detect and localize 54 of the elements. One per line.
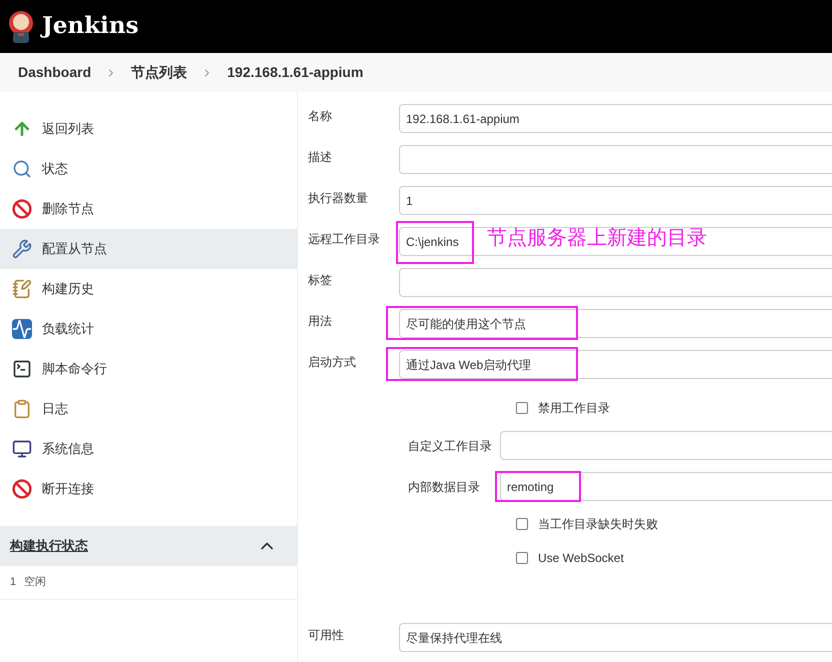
app-title[interactable]: Jenkins	[42, 9, 139, 44]
checkbox-label: 当工作目录缺失时失败	[538, 516, 658, 533]
executor-status: 空闲	[24, 574, 46, 590]
computer-icon	[12, 439, 32, 459]
input-field[interactable]: remoting	[500, 472, 832, 501]
field-label: 用法	[308, 313, 333, 330]
sidebar-item[interactable]: 删除节点	[0, 189, 297, 229]
butler-logo-icon	[8, 10, 34, 44]
clipboard-icon	[12, 399, 32, 419]
input-field[interactable]: 尽量保持代理在线	[399, 623, 832, 652]
field-label: 名称	[308, 108, 333, 125]
field-label: 远程工作目录	[308, 231, 381, 248]
input-field[interactable]	[399, 268, 832, 297]
sidebar-item[interactable]: 日志	[0, 389, 297, 429]
field-label: 描述	[308, 149, 333, 166]
field-label: 标签	[308, 272, 333, 289]
field-label: 执行器数量	[308, 190, 369, 207]
checkbox[interactable]	[516, 402, 528, 414]
input-field[interactable]: 尽可能的使用这个节点	[399, 309, 832, 338]
sidebar-item[interactable]: 系统信息	[0, 429, 297, 469]
wrench-icon	[12, 239, 32, 259]
checkbox[interactable]	[516, 518, 528, 530]
input-field[interactable]: 1	[399, 186, 832, 215]
field-label: 内部数据目录	[408, 478, 481, 496]
input-field[interactable]: 192.168.1.61-appium	[399, 104, 832, 133]
checkbox[interactable]	[516, 552, 528, 564]
panel-title[interactable]: 构建执行状态	[10, 536, 88, 556]
field-label: 自定义工作目录	[408, 438, 493, 454]
checkbox-label: Use WebSocket	[538, 550, 624, 567]
checkbox-label: 禁用工作目录	[538, 400, 610, 417]
input-field[interactable]	[399, 145, 832, 174]
sidebar-item[interactable]: 返回列表	[0, 109, 297, 149]
sidebar-item[interactable]: 负载统计	[0, 309, 297, 349]
breadcrumb-link[interactable]: 节点列表	[131, 62, 188, 83]
sidebar-item[interactable]: 脚本命令行	[0, 349, 297, 389]
no-entry-icon	[12, 199, 32, 219]
field-label: 启动方式	[308, 354, 357, 371]
executor-number: 1	[10, 575, 16, 590]
sidebar-item[interactable]: 断开连接	[0, 469, 297, 509]
terminal-icon	[12, 359, 32, 379]
breadcrumb-link[interactable]: Dashboard	[18, 62, 92, 83]
sidebar-item[interactable]: 状态	[0, 149, 297, 189]
input-field[interactable]: 通过Java Web启动代理	[399, 350, 832, 379]
search-icon	[12, 159, 32, 179]
breadcrumb-link[interactable]: 192.168.1.61-appium	[227, 62, 364, 83]
input-field[interactable]	[500, 431, 832, 460]
no-entry-icon	[12, 479, 32, 499]
field-label: 可用性	[308, 627, 345, 644]
sidebar-item[interactable]: 配置从节点	[0, 229, 297, 269]
monitor-pulse-icon	[12, 319, 32, 339]
annotation-text: 节点服务器上新建的目录	[487, 226, 707, 251]
executor-panel-header[interactable]: 构建执行状态	[0, 526, 297, 566]
sidebar-item[interactable]: 构建历史	[0, 269, 297, 309]
notepad-icon	[12, 279, 32, 299]
